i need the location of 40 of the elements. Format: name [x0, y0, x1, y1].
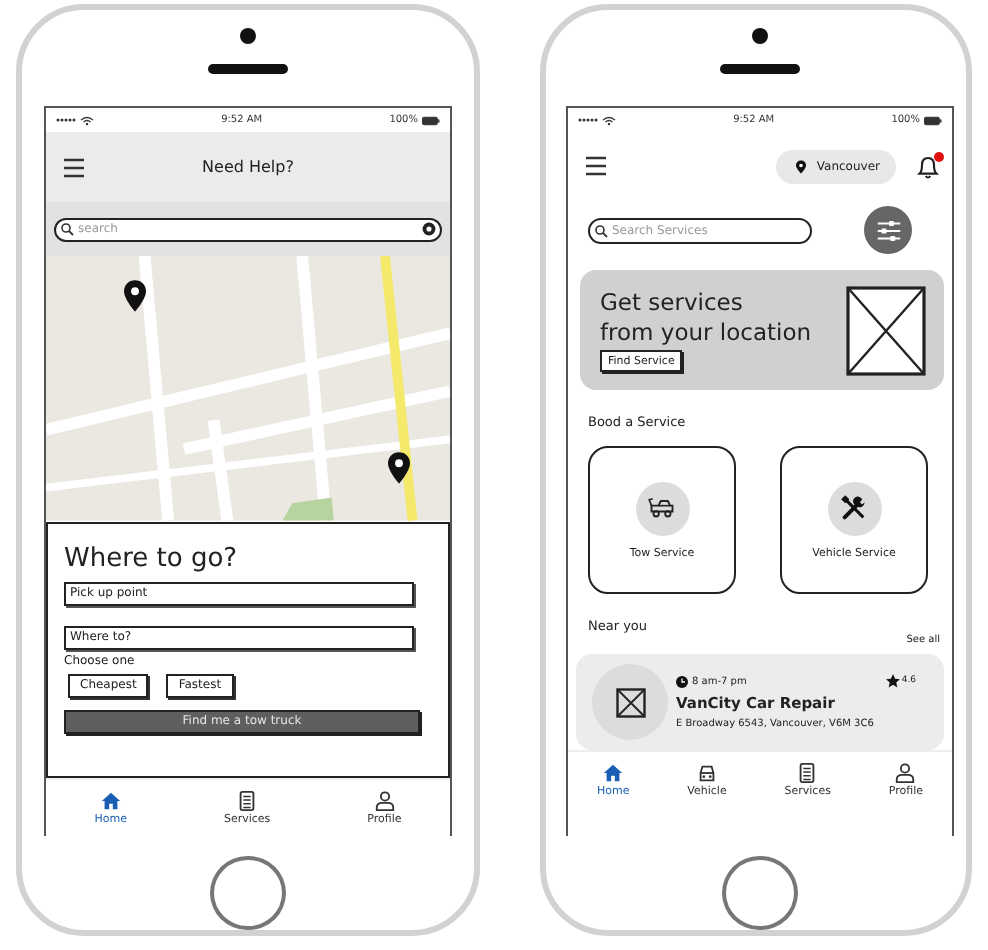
sliders-icon	[873, 215, 903, 246]
signal-icon	[578, 116, 598, 125]
home-button[interactable]	[722, 855, 798, 930]
list-icon	[796, 762, 819, 785]
tow-truck-icon	[648, 494, 676, 523]
sheet-heading: Where to go?	[64, 543, 240, 574]
menu-icon[interactable]	[62, 155, 86, 180]
star-icon	[885, 674, 900, 689]
image-placeholder-icon	[615, 687, 645, 718]
camera-dot	[240, 28, 256, 44]
bell-icon[interactable]	[916, 153, 940, 180]
battery-icon	[923, 115, 942, 126]
battery-icon	[421, 115, 440, 126]
target-icon	[422, 222, 436, 237]
list-icon	[236, 789, 259, 812]
location-pin-icon	[124, 280, 146, 313]
person-icon	[373, 789, 396, 812]
image-placeholder-icon	[846, 285, 926, 376]
person-icon	[894, 762, 917, 785]
wifi-icon	[80, 115, 94, 126]
search-icon	[60, 222, 74, 237]
clock-icon	[676, 675, 688, 688]
location-pin-icon	[796, 159, 807, 174]
menu-icon[interactable]	[584, 154, 608, 179]
filter-button[interactable]	[864, 206, 912, 255]
home-button[interactable]	[210, 855, 286, 930]
banner-heading: from your location	[600, 318, 812, 349]
location-pin-icon	[388, 452, 410, 485]
speaker-slot	[720, 64, 800, 74]
speaker-slot	[208, 64, 288, 74]
search-icon	[594, 223, 608, 238]
camera-dot	[752, 28, 768, 44]
wrench-screwdriver-icon	[840, 494, 868, 523]
wifi-icon	[602, 115, 616, 126]
banner-heading: Get services	[600, 288, 743, 319]
screen-title: Need Help?	[200, 158, 296, 177]
signal-icon	[56, 116, 76, 125]
home-icon	[99, 789, 122, 812]
car-icon	[695, 762, 718, 785]
home-icon	[602, 762, 625, 785]
